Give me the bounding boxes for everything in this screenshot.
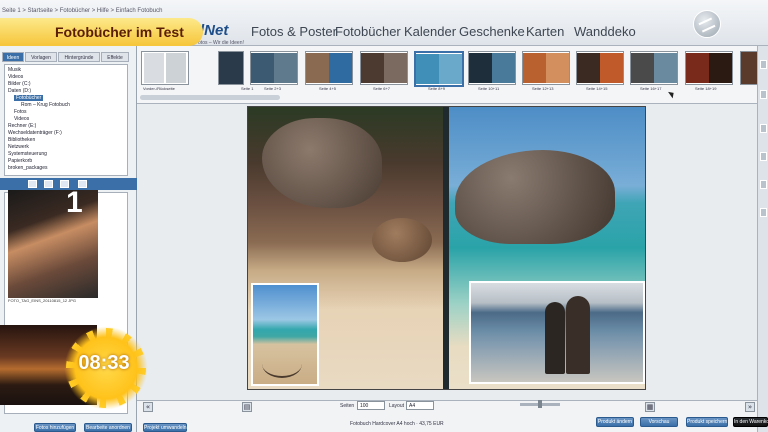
page-label: Seite 6+7 — [373, 86, 391, 91]
tool-icon[interactable] — [760, 152, 767, 161]
page-label: Seite 16+17 — [640, 86, 662, 91]
tree-item[interactable]: Fotos — [14, 109, 27, 115]
zoom-icon[interactable] — [28, 180, 37, 188]
nav-geschenke[interactable]: Geschenke — [459, 24, 525, 39]
nav-kalender[interactable]: Kalender — [404, 24, 456, 39]
rotate-icon[interactable] — [44, 180, 53, 188]
tree-item[interactable]: Papierkorb — [8, 158, 32, 164]
save-product-button[interactable]: Produkt speichern — [686, 417, 728, 427]
tab-ideen[interactable]: Ideen — [2, 52, 24, 62]
nav-karten[interactable]: Karten — [526, 24, 564, 39]
page-thumb[interactable] — [468, 51, 516, 85]
tree-item[interactable]: Videos — [8, 74, 23, 80]
folder-tree[interactable]: Musik Videos Bilder (C:) Daten (D:) Foto… — [4, 64, 128, 176]
tree-item[interactable]: Musik — [8, 67, 21, 73]
page-label: Seite 2+3 — [264, 86, 282, 91]
tree-item[interactable]: broken_packages — [8, 165, 47, 171]
person-silhouette — [566, 296, 590, 374]
tv-clock: 08:33 — [78, 352, 130, 374]
nav-fotos-poster[interactable]: Fotos & Poster — [251, 24, 337, 39]
page-thumb[interactable] — [250, 51, 298, 85]
prev-page-icon[interactable]: « — [143, 402, 153, 412]
page-settings-icon[interactable]: ▤ — [242, 402, 252, 412]
add-to-basket-button[interactable]: In den Warenkorb — [733, 417, 768, 427]
strip-scrollbar[interactable] — [140, 95, 280, 100]
tab-hintergruende[interactable]: Hintergründe — [58, 52, 100, 62]
channel-logo — [693, 10, 721, 38]
topic-banner-title: Fotobücher im Test — [55, 24, 184, 40]
page-label: Seite 1 — [241, 86, 254, 91]
page-label: Seite 10+11 — [478, 86, 500, 91]
pages-label: Seiten — [340, 403, 355, 409]
layout-select[interactable]: A4 — [406, 401, 434, 410]
tree-item[interactable]: Rechner (E:) — [8, 123, 36, 129]
person-silhouette — [545, 302, 565, 374]
page-label: Seite 14+15 — [586, 86, 608, 91]
tool-icon[interactable] — [760, 208, 767, 217]
right-toolbar — [757, 46, 768, 432]
arrange-button[interactable]: Bearbeite anordnen — [84, 423, 132, 432]
page-thumb[interactable] — [740, 51, 758, 85]
nav-wanddeko[interactable]: Wanddeko — [574, 24, 636, 39]
page-thumb[interactable] — [360, 51, 408, 85]
page-thumb[interactable] — [576, 51, 624, 85]
photo-index: 1 — [66, 186, 83, 219]
tool-icon[interactable] — [760, 90, 767, 99]
convert-project-button[interactable]: Projekt umwandeln — [143, 423, 187, 432]
page-thumb[interactable] — [630, 51, 678, 85]
brand-logo[interactable]: lNet — [200, 22, 228, 39]
page-thumb[interactable] — [218, 51, 244, 85]
page-thumb[interactable] — [522, 51, 570, 85]
status-bar — [137, 400, 757, 432]
change-product-button[interactable]: Produkt ändern — [596, 417, 634, 427]
tree-item[interactable]: Daten (D:) — [8, 88, 31, 94]
tree-item[interactable]: Wechseldatenträger (F:) — [8, 130, 62, 136]
nav-fotobuecher[interactable]: Fotobücher — [335, 24, 401, 39]
tree-item[interactable]: Systemsteuerung — [8, 151, 47, 157]
page-thumb-selected[interactable] — [414, 51, 464, 87]
product-info: Fotobuch Hardcover A4 hoch · 43,75 EUR — [350, 421, 444, 427]
tree-item[interactable]: Rom – Krug Fotobuch — [21, 102, 70, 108]
photo-thumbnail[interactable] — [8, 190, 98, 298]
layout-label: Layout — [389, 403, 405, 409]
page-label: Vorder-/Rückseite — [143, 86, 175, 91]
preview-button[interactable]: Vorschau — [640, 417, 678, 427]
next-page-icon[interactable]: » — [745, 402, 755, 412]
add-photos-button[interactable]: Fotos hinzufügen — [34, 423, 76, 432]
tree-item-selected[interactable]: Fotobücher — [14, 95, 44, 101]
tree-item[interactable]: Bilder (C:) — [8, 81, 31, 87]
tool-icon[interactable] — [760, 124, 767, 133]
page-thumb[interactable] — [685, 51, 733, 85]
page-label: Seite 8+9 — [428, 86, 446, 91]
tab-vorlagen[interactable]: Vorlagen — [25, 52, 57, 62]
tree-item[interactable]: Netzwerk — [8, 144, 29, 150]
pages-select[interactable]: 100 — [357, 401, 385, 410]
page-label: Seite 18+19 — [695, 86, 717, 91]
tree-item[interactable]: Videos — [14, 116, 29, 122]
page-thumb[interactable] — [305, 51, 353, 85]
page-label: Seite 4+5 — [319, 86, 337, 91]
rock-shape — [372, 218, 432, 262]
zoom-slider[interactable] — [520, 400, 560, 408]
breadcrumb[interactable]: Seite 1 > Startseite > Fotobücher > Hilf… — [2, 8, 162, 14]
tool-icon[interactable] — [760, 60, 767, 69]
tool-icon[interactable] — [760, 180, 767, 189]
page-thumb[interactable] — [141, 51, 189, 85]
page-label: Seite 12+13 — [532, 86, 554, 91]
grid-icon[interactable]: ▦ — [645, 402, 655, 412]
tree-item[interactable]: Bibliotheken — [8, 137, 35, 143]
photo-caption: FOTO_TAG_EINS_20110815_12 JPG — [8, 298, 77, 303]
tab-effekte[interactable]: Effekte — [101, 52, 129, 62]
heart-icon — [262, 350, 302, 378]
